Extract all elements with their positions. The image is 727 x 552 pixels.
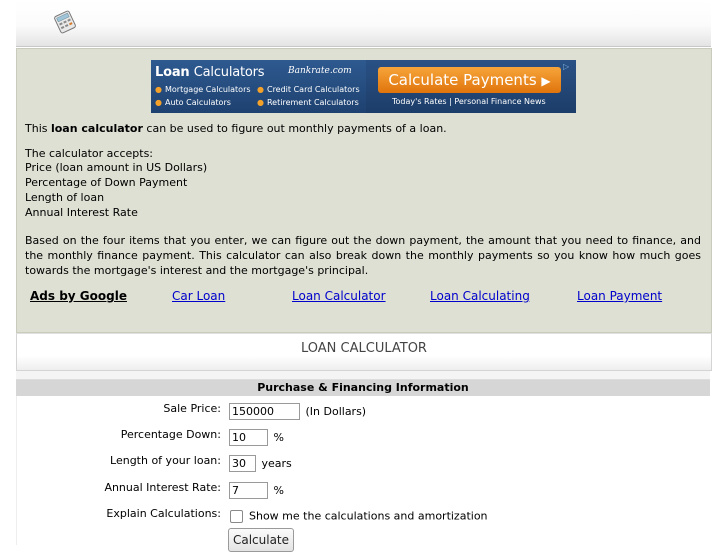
percentage-down-label: Percentage Down:	[120, 428, 221, 441]
divider	[16, 371, 710, 380]
intro-line: This loan calculator can be used to figu…	[25, 122, 447, 135]
form-row-interest-rate: Annual Interest Rate: %	[17, 477, 711, 501]
bullet-icon: ●	[155, 85, 162, 94]
accepts-item: Annual Interest Rate	[25, 205, 138, 219]
accepts-item: Price (loan amount in US Dollars)	[25, 161, 208, 175]
loan-length-input[interactable]	[229, 455, 256, 472]
sale-price-input[interactable]	[229, 403, 300, 420]
accepts-item: Length of loan	[25, 190, 105, 204]
ads-by-google-link[interactable]: Ads by Google	[30, 289, 127, 303]
accepts-title: The calculator accepts:	[25, 146, 154, 160]
loan-length-label: Length of your loan:	[110, 454, 221, 467]
calculator-icon[interactable]	[52, 10, 78, 34]
interest-rate-label: Annual Interest Rate:	[104, 481, 221, 494]
calculate-payments-button[interactable]: Calculate Payments ▶	[378, 67, 561, 93]
interest-rate-input[interactable]	[229, 482, 268, 499]
banner-brand: Loan Calculators	[155, 65, 265, 80]
cta-label: Calculate Payments	[388, 71, 537, 89]
ad-link-loan-calculating[interactable]: Loan Calculating	[430, 289, 530, 303]
bullet-icon: ●	[155, 98, 162, 107]
adchoices-icon[interactable]: ▷	[563, 62, 573, 72]
ad-link-loan-payment[interactable]: Loan Payment	[577, 289, 662, 303]
percentage-down-unit: %	[273, 431, 284, 444]
banner-link[interactable]: ● Credit Card Calculators	[257, 83, 360, 96]
ad-link-car-loan[interactable]: Car Loan	[172, 289, 225, 303]
ad-links: Ads by Google Car Loan Loan Calculator L…	[30, 289, 710, 305]
ad-banner[interactable]: Loan Calculators Bankrate.com ● Mortgage …	[151, 60, 576, 113]
explain-checkbox-label[interactable]: Show me the calculations and amortizatio…	[249, 510, 488, 523]
form-row-sale-price: Sale Price: (In Dollars)	[17, 398, 711, 422]
loan-form: Sale Price: (In Dollars) Percentage Down…	[16, 396, 711, 545]
banner-brand-light: Calculators	[193, 65, 265, 80]
banner-link[interactable]: ● Auto Calculators	[155, 96, 231, 109]
section-title: LOAN CALCULATOR	[16, 333, 712, 371]
form-row-percentage-down: Percentage Down: %	[17, 424, 711, 448]
banner-brand-bold: Loan	[155, 65, 190, 80]
explain-label: Explain Calculations:	[106, 507, 221, 520]
banner-subtext[interactable]: Today's Rates | Personal Finance News	[392, 97, 546, 106]
bankrate-logo: Bankrate.com	[288, 66, 352, 76]
intro-description: Based on the four items that you enter, …	[25, 234, 701, 277]
bullet-icon: ●	[257, 98, 264, 107]
form-heading: Purchase & Financing Information	[16, 380, 710, 396]
interest-rate-unit: %	[273, 484, 284, 497]
banner-link[interactable]: ● Retirement Calculators	[257, 96, 359, 109]
form-row-explain: Explain Calculations: Show me the calcul…	[17, 503, 711, 527]
sale-price-label: Sale Price:	[163, 402, 221, 415]
banner-link[interactable]: ● Mortgage Calculators	[155, 83, 251, 96]
loan-length-unit: years	[261, 457, 292, 470]
calculate-button[interactable]: Calculate	[228, 528, 294, 552]
form-row-loan-length: Length of your loan: years	[17, 450, 711, 474]
intro-text: This loan calculator can be used to figu…	[25, 122, 701, 278]
page-header	[16, 0, 711, 47]
arrow-right-icon: ▶	[541, 74, 551, 88]
explain-checkbox[interactable]	[230, 509, 243, 523]
sale-price-unit: (In Dollars)	[305, 405, 367, 418]
ad-link-loan-calculator[interactable]: Loan Calculator	[292, 289, 386, 303]
bullet-icon: ●	[257, 85, 264, 94]
percentage-down-input[interactable]	[229, 429, 268, 446]
accepts-item: Percentage of Down Payment	[25, 176, 188, 190]
